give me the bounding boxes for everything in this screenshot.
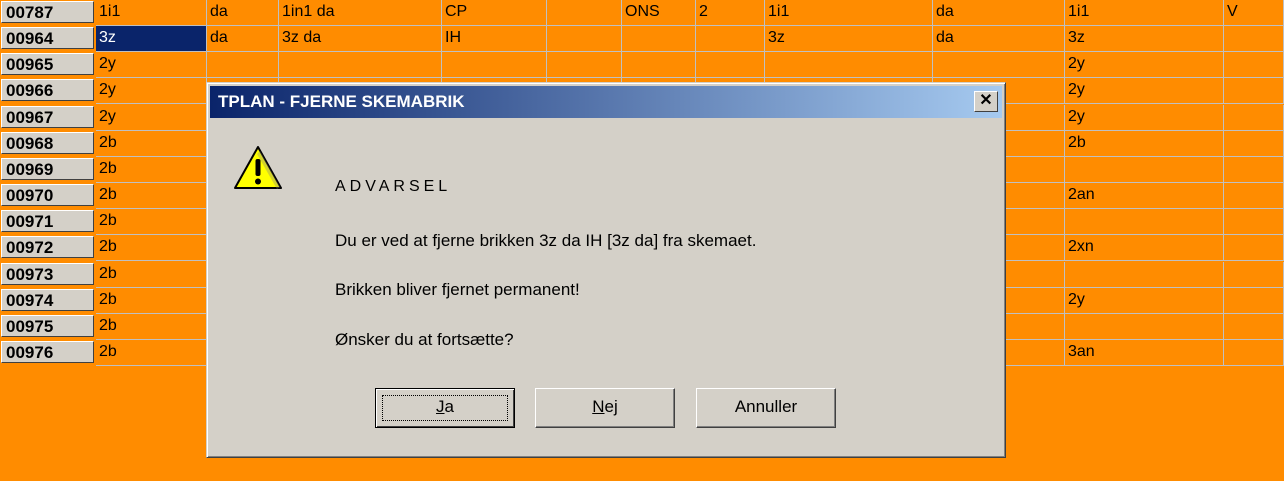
grid-cell[interactable]: 3z bbox=[765, 26, 933, 52]
grid-cell[interactable]: 3an bbox=[1065, 340, 1224, 366]
grid-cell[interactable]: 2y bbox=[96, 78, 207, 104]
grid-cell[interactable]: 1i1 bbox=[1065, 0, 1224, 26]
grid-cell[interactable]: 2 bbox=[696, 0, 765, 26]
row-header[interactable]: 00966 bbox=[1, 79, 94, 101]
row-header[interactable]: 00976 bbox=[1, 341, 94, 363]
grid-cell[interactable] bbox=[1224, 52, 1284, 78]
grid-cell[interactable] bbox=[1065, 262, 1224, 288]
grid-cell[interactable] bbox=[547, 0, 622, 26]
table-row: 00964 3z da 3z da IH 3z da 3z bbox=[0, 26, 1284, 52]
grid-cell[interactable]: IH bbox=[442, 26, 547, 52]
grid-cell[interactable]: 2y bbox=[96, 105, 207, 131]
grid-cell[interactable]: 1in1 da bbox=[279, 0, 442, 26]
grid-cell[interactable] bbox=[1224, 262, 1284, 288]
grid-cell[interactable] bbox=[547, 26, 622, 52]
grid-cell[interactable] bbox=[1224, 26, 1284, 52]
grid-cell[interactable]: 2y bbox=[96, 52, 207, 78]
dialog-title: TPLAN - FJERNE SKEMABRIK bbox=[218, 92, 465, 111]
grid-cell[interactable]: da bbox=[207, 26, 279, 52]
row-header[interactable]: 00967 bbox=[1, 106, 94, 128]
grid-cell[interactable]: 3z da bbox=[279, 26, 442, 52]
grid-cell[interactable] bbox=[765, 52, 933, 78]
grid-cell[interactable] bbox=[696, 52, 765, 78]
row-header[interactable]: 00964 bbox=[1, 27, 94, 49]
grid-cell[interactable] bbox=[1224, 314, 1284, 340]
row-header[interactable]: 00970 bbox=[1, 184, 94, 206]
grid-cell[interactable]: 2b bbox=[96, 340, 207, 366]
no-mnemonic: N bbox=[592, 397, 605, 416]
grid-cell[interactable] bbox=[622, 52, 696, 78]
grid-cell[interactable] bbox=[1224, 157, 1284, 183]
no-label-rest: ej bbox=[604, 397, 618, 416]
warning-heading: ADVARSEL bbox=[335, 178, 452, 195]
message-line-1: Du er ved at fjerne brikken 3z da IH [3z… bbox=[335, 231, 757, 250]
grid-cell[interactable]: 2xn bbox=[1065, 235, 1224, 261]
grid-cell[interactable]: 2b bbox=[96, 262, 207, 288]
grid-cell[interactable]: 2b bbox=[96, 314, 207, 340]
grid-cell[interactable] bbox=[1065, 157, 1224, 183]
row-header[interactable]: 00973 bbox=[1, 263, 94, 285]
grid-cell[interactable]: da bbox=[933, 0, 1065, 26]
row-header[interactable]: 00974 bbox=[1, 289, 94, 311]
grid-cell[interactable]: 2y bbox=[1065, 52, 1224, 78]
grid-cell[interactable] bbox=[279, 52, 442, 78]
grid-cell[interactable] bbox=[1224, 340, 1284, 366]
grid-cell[interactable] bbox=[1065, 314, 1224, 340]
grid-cell[interactable] bbox=[207, 52, 279, 78]
row-header[interactable]: 00965 bbox=[1, 53, 94, 75]
grid-cell[interactable]: CP bbox=[442, 0, 547, 26]
grid-cell[interactable] bbox=[442, 52, 547, 78]
grid-cell[interactable]: 3z bbox=[96, 26, 207, 52]
row-header[interactable]: 00971 bbox=[1, 210, 94, 232]
close-icon: ✕ bbox=[979, 92, 993, 109]
table-row: 00965 2y 2y bbox=[0, 52, 1284, 78]
warning-icon bbox=[234, 146, 282, 189]
grid-cell[interactable]: da bbox=[207, 0, 279, 26]
grid-cell[interactable]: 2y bbox=[1065, 105, 1224, 131]
grid-cell[interactable]: 2b bbox=[96, 131, 207, 157]
row-header[interactable]: 00969 bbox=[1, 158, 94, 180]
grid-cell[interactable] bbox=[1224, 209, 1284, 235]
grid-cell[interactable]: V bbox=[1224, 0, 1284, 26]
grid-cell[interactable] bbox=[696, 26, 765, 52]
message-line-2: Brikken bliver fjernet permanent! bbox=[335, 280, 580, 299]
dialog-titlebar[interactable]: TPLAN - FJERNE SKEMABRIK ✕ bbox=[210, 86, 1002, 118]
close-button[interactable]: ✕ bbox=[974, 91, 998, 112]
grid-cell[interactable]: 2b bbox=[96, 288, 207, 314]
grid-cell[interactable]: 1i1 bbox=[765, 0, 933, 26]
grid-cell[interactable] bbox=[1224, 131, 1284, 157]
grid-cell[interactable] bbox=[622, 26, 696, 52]
confirm-dialog: TPLAN - FJERNE SKEMABRIK ✕ ADVARSEL Du e… bbox=[206, 82, 1006, 458]
grid-cell[interactable]: 2b bbox=[96, 209, 207, 235]
grid-cell[interactable] bbox=[933, 52, 1065, 78]
row-header[interactable]: 00968 bbox=[1, 132, 94, 154]
yes-button[interactable]: Ja bbox=[375, 388, 515, 428]
grid-cell[interactable]: 2b bbox=[96, 183, 207, 209]
grid-cell[interactable] bbox=[1224, 288, 1284, 314]
grid-cell[interactable] bbox=[1224, 78, 1284, 104]
grid-cell[interactable] bbox=[1065, 209, 1224, 235]
grid-cell[interactable]: 2b bbox=[96, 157, 207, 183]
focus-rect bbox=[382, 395, 508, 421]
grid-cell[interactable]: ONS bbox=[622, 0, 696, 26]
message-line-3: Ønsker du at fortsætte? bbox=[335, 330, 514, 349]
grid-cell[interactable]: 2b bbox=[1065, 131, 1224, 157]
grid-cell[interactable] bbox=[1224, 105, 1284, 131]
grid-cell[interactable]: 2y bbox=[1065, 78, 1224, 104]
grid-cell[interactable]: 2b bbox=[96, 235, 207, 261]
grid-cell[interactable] bbox=[1224, 183, 1284, 209]
grid-cell[interactable]: 3z bbox=[1065, 26, 1224, 52]
row-header[interactable]: 00972 bbox=[1, 236, 94, 258]
grid-cell[interactable]: 1i1 bbox=[96, 0, 207, 26]
grid-cell[interactable] bbox=[1224, 235, 1284, 261]
row-header[interactable]: 00787 bbox=[1, 1, 94, 23]
no-button[interactable]: Nej bbox=[535, 388, 675, 428]
row-header[interactable]: 00975 bbox=[1, 315, 94, 337]
grid-cell[interactable]: 2y bbox=[1065, 288, 1224, 314]
grid-cell[interactable] bbox=[547, 52, 622, 78]
grid-cell[interactable]: da bbox=[933, 26, 1065, 52]
grid-cell[interactable]: 2an bbox=[1065, 183, 1224, 209]
cancel-button[interactable]: Annuller bbox=[696, 388, 836, 428]
table-row: 00787 1i1 da 1in1 da CP ONS 2 1i1 da 1i1 V bbox=[0, 0, 1284, 26]
